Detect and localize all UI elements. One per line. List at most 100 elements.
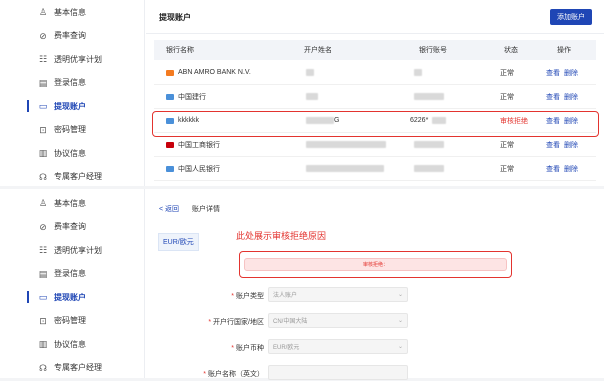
- bank-logo-icon: [166, 69, 174, 76]
- bank-name: 中国建行: [178, 93, 206, 101]
- delete-link[interactable]: 删除: [564, 140, 578, 150]
- account-cell: [410, 85, 444, 108]
- page-title: 提现账户: [159, 13, 191, 22]
- sidebar-item-label: 登录信息: [54, 78, 86, 87]
- account-detail-panel: ♙ 基本信息 ⊘ 费率查询 ☷ 透明优享计划 ▤ 登录信息 ▭ 提现账户 ⊡ 密码管理 ▥ 协议信息 ☊ 专属…: [0, 189, 604, 381]
- headset-icon: ☊: [39, 362, 47, 373]
- masked-holder: [306, 141, 386, 148]
- sidebar-item[interactable]: ▭ 提现账户: [0, 286, 145, 308]
- col-status: 状态: [504, 47, 518, 54]
- sidebar: ♙ 基本信息 ⊘ 费率查询 ☷ 透明优享计划 ▤ 登录信息 ▭ 提现账户 ⊡ 密码管理 ▥ 协议信息 ☊ 专属…: [0, 0, 145, 186]
- lock-icon: ⊡: [39, 315, 47, 326]
- table-row: ABN AMRO BANK N.V. 正常 查看 删除: [154, 61, 596, 85]
- field-label: * 账户币种: [146, 343, 264, 353]
- sidebar-item-label: 透明优享计划: [54, 245, 102, 255]
- field-input[interactable]: 法人账户 ⌄: [268, 287, 408, 302]
- field-label: * 开户行国家/地区: [146, 317, 264, 327]
- holder-cell: [306, 85, 318, 108]
- required-mark: *: [231, 293, 234, 300]
- field-input[interactable]: CN/中国大陆 ⌄: [268, 313, 408, 328]
- col-account: 银行账号: [419, 47, 447, 54]
- delete-link[interactable]: 删除: [564, 92, 578, 102]
- lock-icon: ⊡: [39, 124, 47, 135]
- field-label-text: 开户行国家/地区: [213, 319, 264, 326]
- required-mark: *: [203, 371, 206, 378]
- bank-name: ABN AMRO BANK N.V.: [178, 69, 251, 76]
- delete-link[interactable]: 删除: [564, 68, 578, 78]
- bank-logo-icon: [166, 141, 174, 148]
- sidebar-item[interactable]: ☷ 透明优享计划: [0, 48, 145, 70]
- doc-icon: ▥: [38, 339, 48, 349]
- view-link[interactable]: 查看: [546, 68, 560, 78]
- sidebar-item-label: 专属客户经理: [54, 172, 102, 181]
- sidebar-item-label: 费率查询: [54, 31, 86, 40]
- rejection-alert: 审核拒绝：: [244, 258, 507, 271]
- sidebar: ♙ 基本信息 ⊘ 费率查询 ☷ 透明优享计划 ▤ 登录信息 ▭ 提现账户 ⊡ 密码管理 ▥ 协议信息 ☊ 专属…: [0, 189, 145, 378]
- field-label-text: 账户币种: [236, 345, 264, 352]
- col-holder: 开户姓名: [304, 47, 332, 54]
- bank-cell: ABN AMRO BANK N.V.: [166, 61, 251, 84]
- field-value: 法人账户: [273, 293, 298, 299]
- form-row: * 账户类型 法人账户 ⌄: [146, 287, 604, 303]
- currency-tag: EUR/欧元: [158, 233, 199, 251]
- account-cell: [410, 157, 444, 180]
- sidebar-item-label: 协议信息: [54, 339, 86, 349]
- masked-holder: [306, 69, 314, 76]
- rejected-row-highlight: [152, 111, 599, 137]
- required-mark: *: [231, 345, 234, 352]
- sidebar-item[interactable]: ⊘ 费率查询: [0, 216, 145, 238]
- sidebar-item[interactable]: ▥ 协议信息: [0, 142, 145, 164]
- user-icon: ♙: [38, 7, 48, 17]
- ops-cell: 查看 删除: [546, 85, 582, 108]
- login-icon: ▤: [38, 77, 48, 88]
- col-bank: 银行名称: [166, 47, 194, 54]
- delete-link[interactable]: 删除: [564, 164, 578, 174]
- divider: [146, 33, 604, 34]
- sidebar-item[interactable]: ⊡ 密码管理: [0, 119, 145, 141]
- sidebar-item[interactable]: ♙ 基本信息: [0, 1, 145, 23]
- view-link[interactable]: 查看: [546, 140, 560, 150]
- field-input[interactable]: EUR/欧元 ⌄: [268, 339, 408, 354]
- plan-icon: ☷: [38, 54, 48, 64]
- fee-icon: ⊘: [39, 30, 47, 41]
- field-label-text: 账户名称（英文）: [208, 371, 264, 378]
- field-value: EUR/欧元: [273, 345, 300, 351]
- masked-holder: [306, 93, 318, 100]
- sidebar-item-label: 基本信息: [54, 7, 86, 17]
- sidebar-item[interactable]: ▭ 提现账户: [0, 95, 145, 117]
- sidebar-item[interactable]: ▤ 登录信息: [0, 263, 145, 285]
- masked-account: [414, 93, 444, 100]
- sidebar-item-label: 提现账户: [54, 292, 86, 302]
- sidebar-item[interactable]: ⊡ 密码管理: [0, 310, 145, 332]
- account-list-main: 提现账户 添加账户 银行名称 开户姓名 银行账号 状态 操作 ABN AMRO …: [146, 0, 604, 186]
- bank-name: 中国人民银行: [178, 165, 220, 173]
- detail-title: 账户详情: [192, 206, 220, 213]
- sidebar-item-label: 密码管理: [54, 316, 86, 325]
- sidebar-item[interactable]: ♙ 基本信息: [0, 192, 145, 214]
- sidebar-item[interactable]: ☊ 专属客户经理: [0, 357, 145, 379]
- field-label-text: 账户类型: [236, 293, 264, 300]
- form-row: * 账户名称（英文）: [146, 365, 604, 381]
- back-link[interactable]: < 返回: [159, 204, 179, 214]
- table-row: 中国人民银行 正常 查看 删除: [154, 157, 596, 181]
- login-icon: ▤: [38, 268, 48, 279]
- view-link[interactable]: 查看: [546, 164, 560, 174]
- sidebar-item[interactable]: ▥ 协议信息: [0, 333, 145, 355]
- bank-cell: 中国建行: [166, 85, 206, 108]
- status-badge: 正常: [500, 93, 514, 101]
- sidebar-item[interactable]: ☊ 专属客户经理: [0, 166, 145, 188]
- rejection-note: 此处展示审核拒绝原因: [236, 231, 327, 241]
- ops-cell: 查看 删除: [546, 157, 582, 180]
- account-cell: [410, 61, 422, 84]
- form-row: * 账户币种 EUR/欧元 ⌄: [146, 339, 604, 355]
- sidebar-item[interactable]: ☷ 透明优享计划: [0, 239, 145, 261]
- sidebar-item-label: 透明优享计划: [54, 54, 102, 64]
- account-detail-main: < 返回 账户详情 EUR/欧元 此处展示审核拒绝原因 审核拒绝： * 账户类型法…: [146, 189, 604, 381]
- masked-account: [414, 141, 444, 148]
- sidebar-item[interactable]: ▤ 登录信息: [0, 72, 145, 94]
- view-link[interactable]: 查看: [546, 92, 560, 102]
- add-account-button[interactable]: 添加账户: [550, 9, 592, 25]
- holder-cell: [306, 157, 384, 180]
- sidebar-item[interactable]: ⊘ 费率查询: [0, 25, 145, 47]
- bank-logo-icon: [166, 165, 174, 172]
